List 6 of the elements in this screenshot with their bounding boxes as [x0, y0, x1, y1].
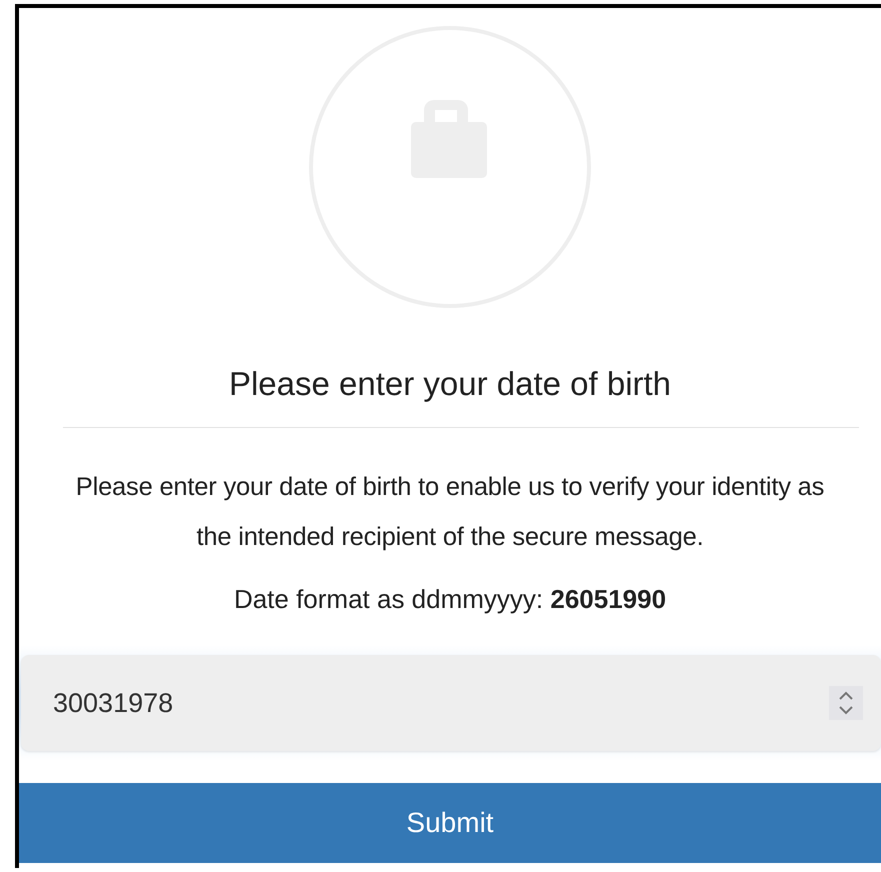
- page-heading: Please enter your date of birth: [228, 365, 672, 403]
- date-format-hint: Date format as ddmmyyyy: 26051990: [232, 584, 668, 615]
- stepper-icon[interactable]: [829, 686, 863, 720]
- instructions-text: Please enter your date of birth to enable us to verify your identity as the intended recipient of the secure message.: [74, 472, 826, 553]
- date-of-birth-field[interactable]: 30031978: [21, 655, 881, 751]
- submit-button[interactable]: Submit: [19, 783, 881, 863]
